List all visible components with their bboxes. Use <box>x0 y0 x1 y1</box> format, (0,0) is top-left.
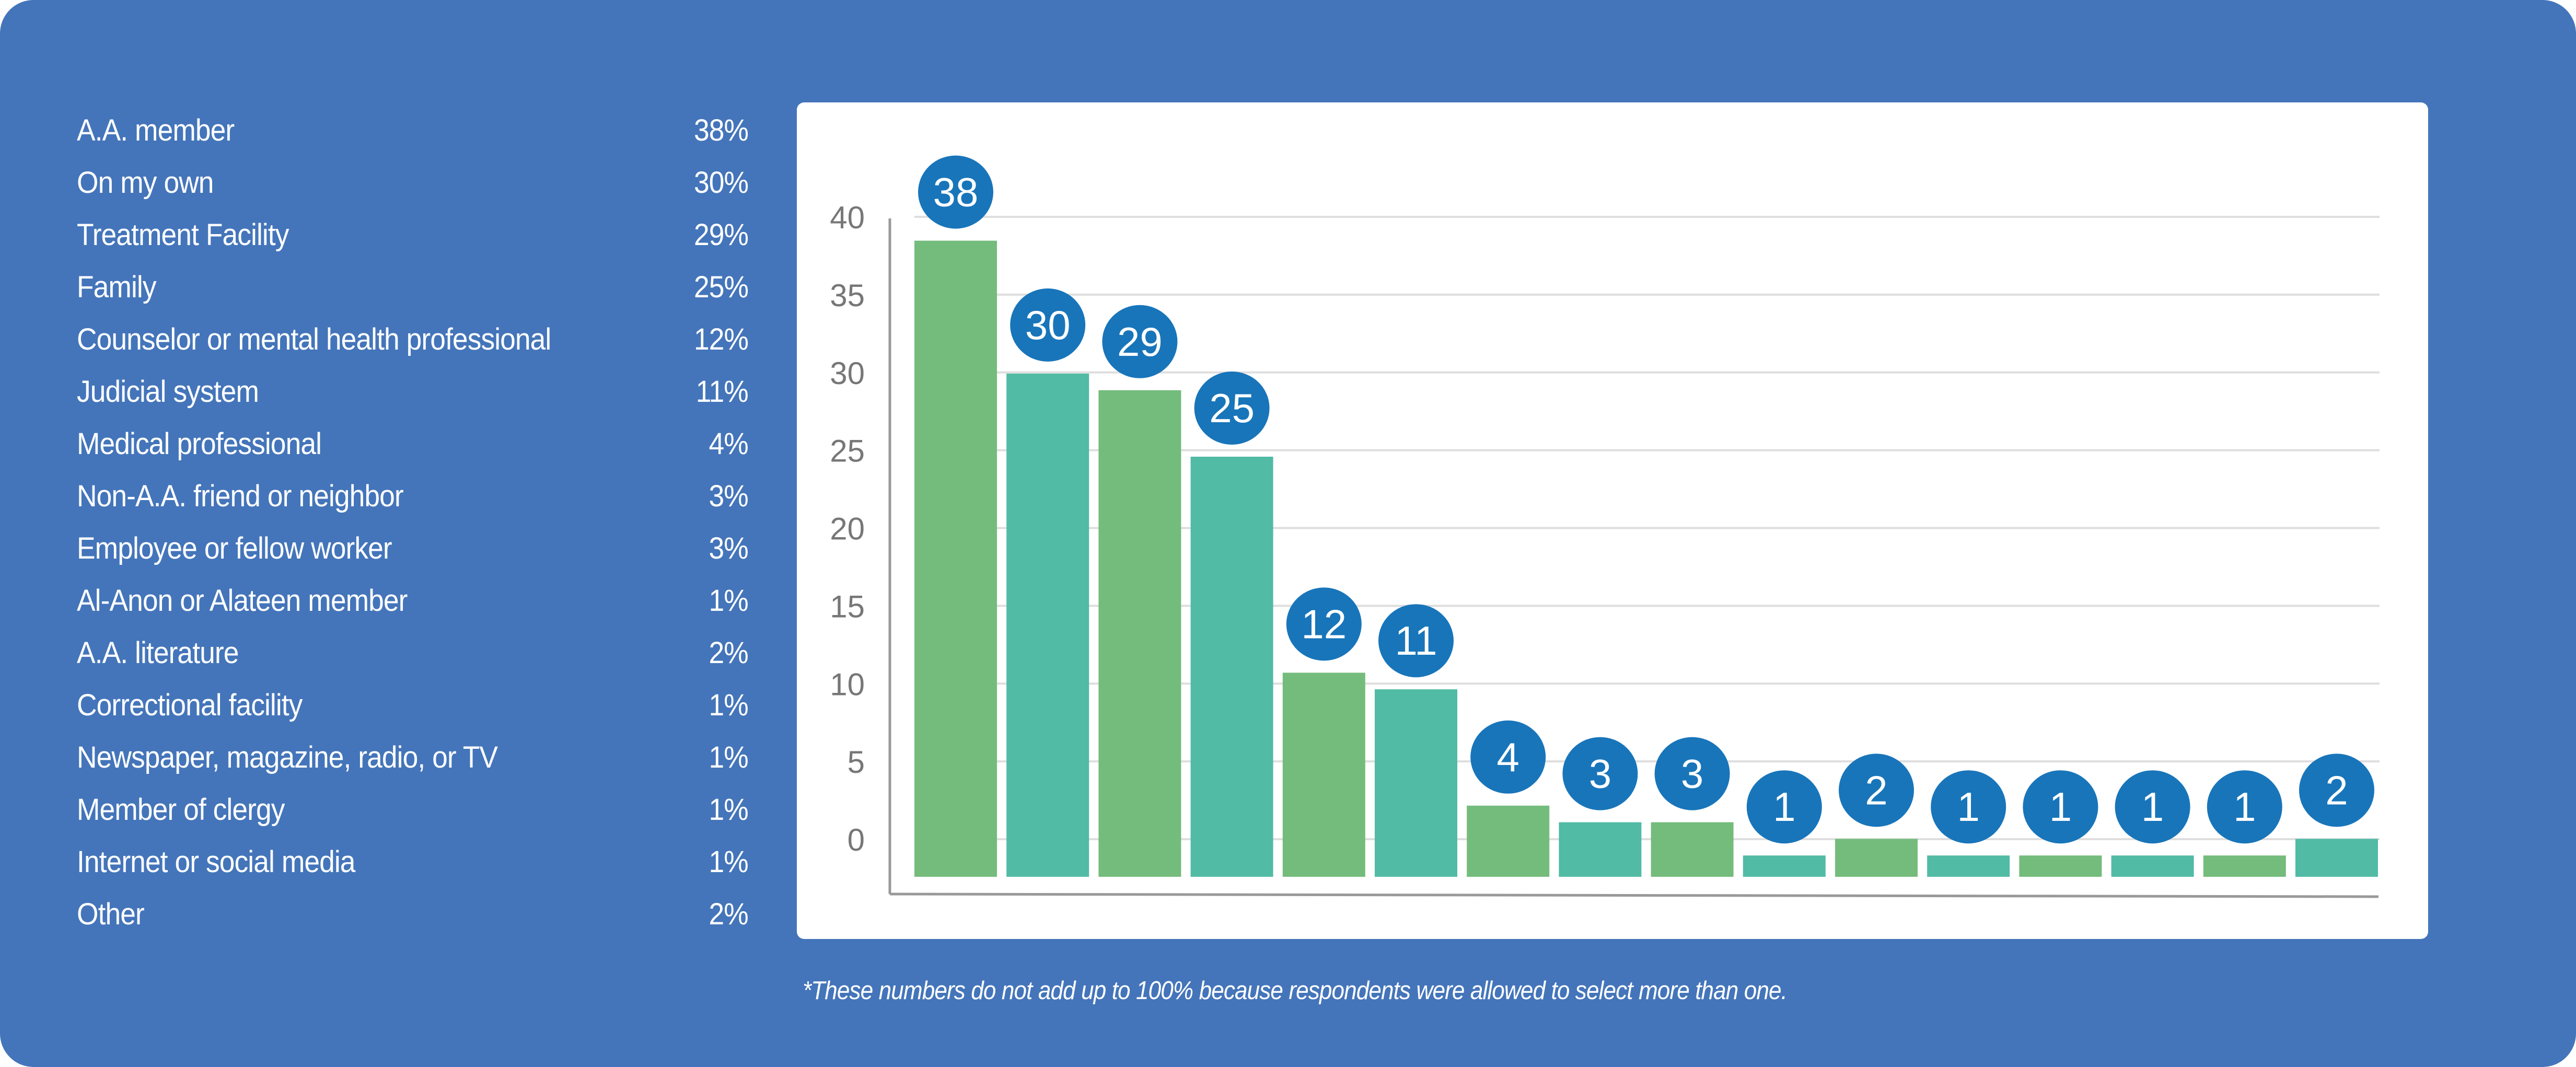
legend-label: Family <box>77 270 157 304</box>
bar <box>1835 839 1918 877</box>
y-tick-label: 40 <box>830 200 865 235</box>
y-tick-label: 20 <box>830 512 865 547</box>
y-tick-label: 15 <box>830 589 865 624</box>
legend-value: 1% <box>709 845 749 879</box>
bar <box>2019 855 2102 877</box>
data-label: 11 <box>1395 618 1437 664</box>
legend-label: Treatment Facility <box>77 218 289 252</box>
data-label: 12 <box>1301 601 1347 647</box>
legend-value: 29% <box>693 218 749 252</box>
legend-row: Medical professional 4% <box>77 424 749 477</box>
legend-row: Newspaper, magazine, radio, or TV 1% <box>77 738 749 790</box>
legend-label: Member of clergy <box>77 793 285 827</box>
y-tick-label: 35 <box>830 278 865 313</box>
y-tick-label: 5 <box>848 745 865 780</box>
data-label: 1 <box>2049 784 2072 830</box>
legend-label: Employee or fellow worker <box>77 531 392 565</box>
legend-row: A.A. literature 2% <box>77 633 749 686</box>
legend-label: A.A. literature <box>77 636 239 670</box>
data-label: 30 <box>1025 302 1071 348</box>
bar <box>914 240 997 877</box>
legend-value: 38% <box>693 113 749 147</box>
legend-row: Correctional facility 1% <box>77 686 749 738</box>
legend-label: On my own <box>77 166 214 200</box>
y-tick-label: 10 <box>830 667 865 702</box>
legend-value: 1% <box>709 584 749 618</box>
data-label: 29 <box>1117 319 1163 365</box>
y-tick-label: 30 <box>830 356 865 391</box>
bar <box>1927 855 2010 877</box>
legend-row: Other 2% <box>77 895 749 947</box>
legend-row: Judicial system 11% <box>77 372 749 424</box>
bar <box>1375 689 1457 877</box>
legend-row: Member of clergy 1% <box>77 790 749 842</box>
data-label: 25 <box>1209 385 1255 431</box>
legend-label: Internet or social media <box>77 845 355 879</box>
legend-label: Counselor or mental health professional <box>77 322 551 356</box>
data-label: 2 <box>1865 767 1887 813</box>
legend-label: Medical professional <box>77 427 322 461</box>
bar <box>1467 805 1550 877</box>
data-label: 4 <box>1497 734 1519 780</box>
legend-value: 30% <box>693 166 749 200</box>
bar <box>1098 390 1181 877</box>
data-label: 38 <box>933 169 979 215</box>
data-label: 3 <box>1589 751 1611 797</box>
legend-row: Employee or fellow worker 3% <box>77 529 749 581</box>
legend-label: Other <box>77 897 145 931</box>
legend-value: 1% <box>709 793 749 827</box>
bar <box>1282 672 1365 877</box>
data-label: 2 <box>2325 767 2348 813</box>
legend-value: 4% <box>709 427 749 461</box>
y-tick-label: 0 <box>848 822 865 857</box>
legend-list: A.A. member 38% On my own 30% Treatment Faci… <box>77 111 749 947</box>
bar <box>2203 855 2286 877</box>
legend-label: Correctional facility <box>77 688 303 722</box>
legend-row: Family 25% <box>77 268 749 320</box>
legend-value: 1% <box>709 688 749 722</box>
bar <box>1559 822 1642 877</box>
legend-row: Counselor or mental health professional 1… <box>77 320 749 372</box>
legend-label: Al-Anon or Alateen member <box>77 584 408 618</box>
legend-label: Non-A.A. friend or neighbor <box>77 479 404 513</box>
data-label: 1 <box>1773 784 1795 830</box>
chart-card: 0 5 10 15 20 25 30 35 40 38 30 29 25 12 11 4 3 3 1 2 1 1 1 1 2 <box>797 102 2428 939</box>
legend-value: 25% <box>693 270 749 304</box>
legend-value: 1% <box>709 740 749 774</box>
legend-label: Newspaper, magazine, radio, or TV <box>77 740 498 774</box>
data-label: 1 <box>2141 784 2164 830</box>
data-label: 1 <box>1957 784 1980 830</box>
bar <box>1651 822 1734 877</box>
footnote: *These numbers do not add up to 100% bec… <box>803 977 1788 1005</box>
legend-value: 3% <box>709 531 749 565</box>
legend-label: Judicial system <box>77 375 259 409</box>
bar <box>1006 374 1089 877</box>
x-axis <box>889 892 2379 898</box>
legend-value: 12% <box>693 322 749 356</box>
legend-value: 2% <box>709 897 749 931</box>
bar <box>1190 457 1273 877</box>
legend-row: On my own 30% <box>77 163 749 215</box>
legend-value: 2% <box>709 636 749 670</box>
bar <box>2295 839 2378 877</box>
legend-row: Non-A.A. friend or neighbor 3% <box>77 477 749 529</box>
data-label: 3 <box>1681 751 1703 797</box>
legend-label: A.A. member <box>77 113 235 147</box>
data-label: 1 <box>2233 784 2256 830</box>
legend-value: 11% <box>695 375 749 409</box>
legend-row: Al-Anon or Alateen member 1% <box>77 581 749 633</box>
bar <box>1743 855 1826 877</box>
bar <box>2111 855 2194 877</box>
bar-chart: 05101520253035403830 292512 114 3 31 2 1 1 1 1 2 <box>830 155 2380 898</box>
legend-row: Treatment Facility 29% <box>77 215 749 268</box>
y-tick-label: 25 <box>830 434 865 469</box>
legend-row: A.A. member 38% <box>77 111 749 163</box>
legend-row: Internet or social media 1% <box>77 842 749 895</box>
legend-value: 3% <box>709 479 749 513</box>
